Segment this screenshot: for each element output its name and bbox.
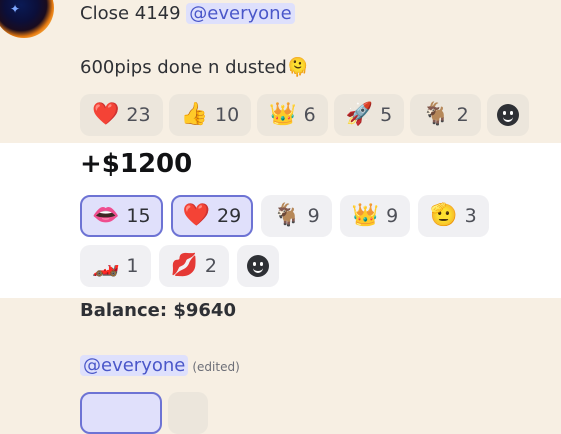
reaction-pill[interactable]: 🚀 5: [333, 94, 405, 136]
edited-label: (edited): [192, 360, 240, 374]
message-prefix: Close 4149: [80, 3, 187, 24]
reaction-pill[interactable]: 🐐 9: [261, 195, 332, 237]
reaction-pill[interactable]: [168, 392, 208, 434]
avatar[interactable]: ✦: [0, 0, 54, 38]
reaction-count: 2: [204, 255, 217, 277]
profit-amount: +$1200: [80, 149, 193, 179]
reaction-emoji: ❤️: [92, 102, 120, 127]
reaction-emoji: 🏎️: [92, 253, 120, 278]
reaction-emoji: 💋: [170, 253, 198, 278]
message-body-line: 600pips done n dusted🫠: [80, 57, 309, 78]
mention-everyone-2[interactable]: @everyone: [80, 355, 189, 376]
reaction-emoji: 🐐: [422, 102, 450, 127]
reaction-pill[interactable]: 🫡 3: [418, 195, 489, 237]
smiley-face-icon: [247, 255, 269, 277]
reaction-pill[interactable]: 👍 10: [168, 94, 252, 136]
reaction-bar-1: ❤️ 23 👍 10 👑 6 🚀 5 🐐 2: [80, 94, 560, 136]
reaction-pill[interactable]: [80, 392, 162, 434]
reaction-emoji: 👄: [92, 203, 120, 228]
reaction-emoji: 👑: [351, 203, 380, 228]
avatar-sparkle-icon: ✦: [10, 2, 21, 16]
reaction-pill[interactable]: 👑 9: [339, 195, 411, 237]
message-body: 600pips done n dusted: [80, 57, 287, 78]
message-close-line: Close 4149 @everyone: [80, 3, 295, 24]
reaction-count: 23: [126, 104, 151, 126]
balance-text: Balance: $9640: [80, 300, 236, 321]
reaction-count: 9: [386, 205, 399, 227]
reaction-emoji: ❤️: [182, 203, 210, 228]
reaction-pill[interactable]: ❤️ 29: [170, 195, 254, 237]
reaction-emoji: 🫡: [430, 203, 458, 228]
reaction-count: 15: [126, 205, 151, 227]
reaction-bar-2: 👄 15 ❤️ 29 🐐 9 👑 9 🫡 3 🏎️ 1 💋 2: [80, 195, 560, 287]
mention-everyone[interactable]: @everyone: [186, 3, 295, 24]
reaction-bar-3-partial: [80, 392, 560, 434]
reaction-pill[interactable]: 🐐 2: [410, 94, 481, 136]
reaction-emoji: 🐐: [273, 203, 301, 228]
reaction-emoji: 👑: [269, 102, 297, 127]
reaction-count: 9: [307, 205, 320, 227]
reaction-pill[interactable]: 👄 15: [80, 195, 163, 237]
reaction-pill[interactable]: 💋 2: [158, 245, 229, 287]
reaction-count: 29: [217, 205, 242, 227]
smiley-face-icon: [496, 104, 519, 126]
reaction-pill[interactable]: 🏎️ 1: [80, 245, 151, 287]
reaction-emoji: 🚀: [345, 102, 374, 127]
reaction-count: 10: [215, 104, 240, 126]
reaction-count: 5: [380, 104, 393, 126]
reaction-count: 6: [303, 104, 316, 126]
message-mention-line: @everyone (edited): [80, 355, 240, 376]
reaction-count: 3: [464, 205, 477, 227]
reaction-pill[interactable]: 👑 6: [257, 94, 328, 136]
melting-face-emoji: 🫠: [286, 57, 310, 78]
add-reaction-button[interactable]: [237, 245, 279, 287]
reaction-pill[interactable]: ❤️ 23: [80, 94, 163, 136]
reaction-emoji: 👍: [180, 102, 208, 127]
add-reaction-button[interactable]: [486, 94, 529, 136]
reaction-count: 1: [126, 255, 139, 277]
reaction-count: 2: [456, 104, 469, 126]
